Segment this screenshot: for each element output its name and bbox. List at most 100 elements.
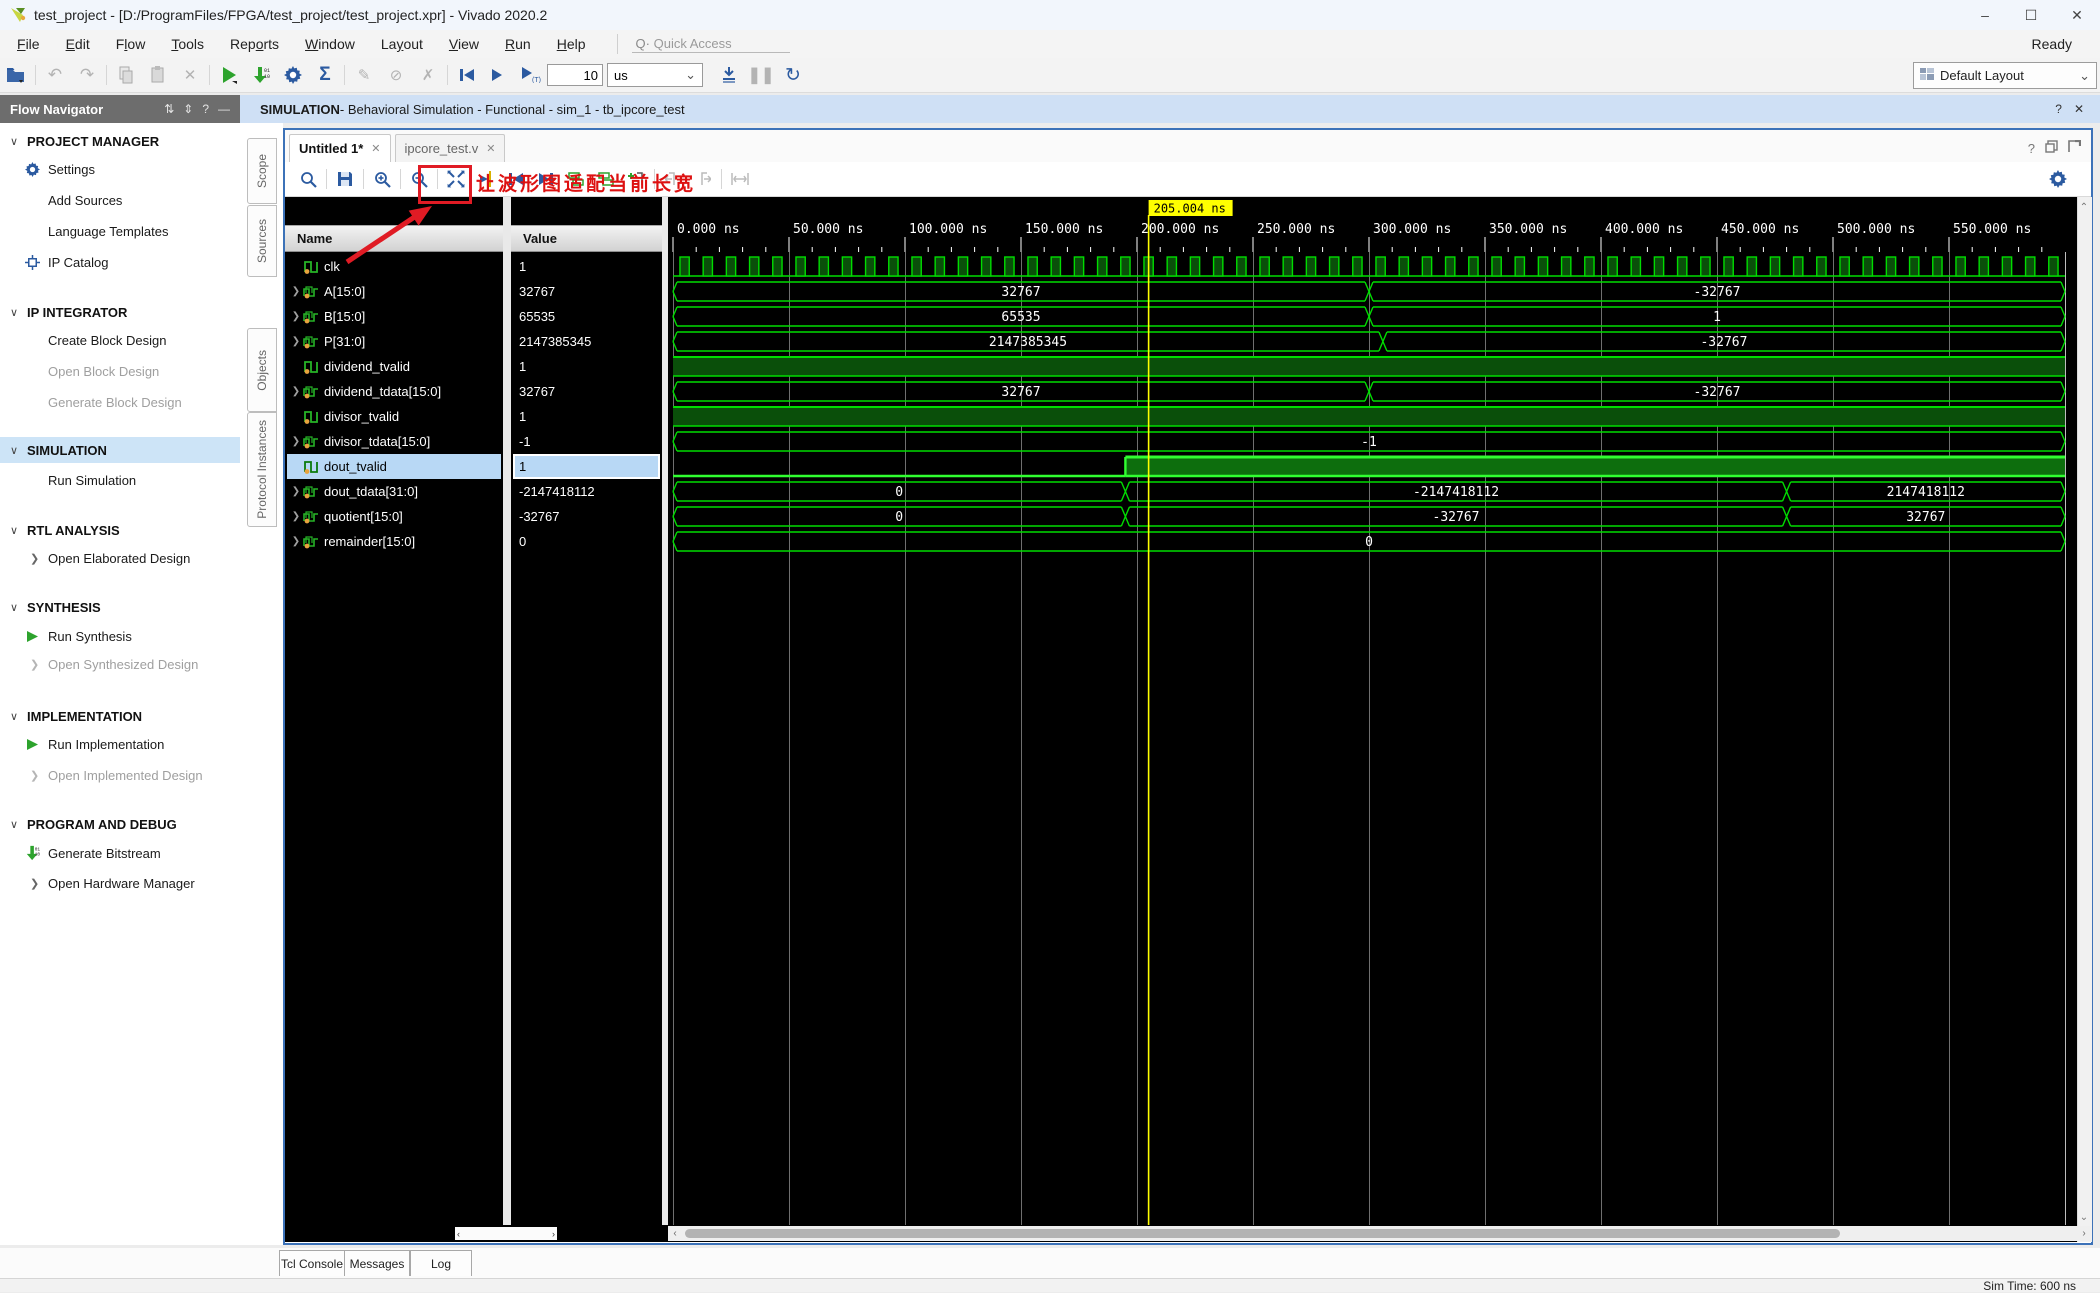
side-tab-sources[interactable]: Sources (247, 205, 277, 277)
scroll-right-icon[interactable]: › (552, 1229, 555, 1239)
wave-settings-gear-icon[interactable] (2049, 170, 2067, 193)
sidebar-item-open-implemented-design[interactable]: ❯ Open Implemented Design (0, 762, 240, 788)
collapse-all-icon[interactable]: ⇅ (164, 102, 174, 116)
close-icon[interactable]: ✕ (371, 142, 380, 155)
sidebar-item-generate-bitstream[interactable]: 01 10 Generate Bitstream (0, 840, 240, 866)
flownav-section-program-and-debug[interactable]: ∨ PROGRAM AND DEBUG (0, 811, 240, 837)
chevron-down-icon[interactable]: ∨ (10, 135, 18, 148)
chevron-right-icon[interactable]: ❯ (30, 877, 39, 890)
menu-layout[interactable]: Layout (368, 33, 436, 55)
expand-icon[interactable]: ⇕ (183, 102, 193, 116)
save-waveform-icon[interactable] (330, 165, 360, 193)
undo-icon[interactable]: ↶ (39, 61, 71, 89)
signal-value[interactable]: -2147418112 (513, 479, 660, 504)
open-file-icon[interactable] (0, 61, 32, 89)
sim-time-input[interactable] (547, 64, 603, 86)
name-value-splitter[interactable] (503, 197, 511, 1242)
zoom-in-icon[interactable] (367, 165, 397, 193)
signal-row-B_15_0_[interactable]: ❯ B[15:0] (287, 304, 501, 329)
chevron-down-icon[interactable]: ∨ (10, 444, 18, 457)
float-window-icon[interactable] (2045, 140, 2058, 156)
scroll-down-icon[interactable]: ⌄ (2077, 1210, 2091, 1224)
signal-row-divisor_tdata_15_0_[interactable]: ❯ divisor_tdata[15:0] (287, 429, 501, 454)
sidebar-item-open-elaborated-design[interactable]: ❯ Open Elaborated Design (0, 545, 240, 571)
chevron-down-icon[interactable]: ∨ (10, 306, 18, 319)
sidebar-item-open-hardware-manager[interactable]: ❯ Open Hardware Manager (0, 870, 240, 896)
menu-view[interactable]: View (436, 33, 492, 55)
signal-value[interactable]: 32767 (513, 279, 660, 304)
side-tab-objects[interactable]: Objects (247, 328, 277, 412)
flownav-section-simulation[interactable]: ∨ SIMULATION (0, 437, 240, 463)
step-until-icon[interactable] (713, 61, 745, 89)
sidebar-item-create-block-design[interactable]: Create Block Design (0, 327, 240, 353)
copy-icon[interactable] (110, 61, 142, 89)
expand-chevron-icon[interactable]: ❯ (289, 536, 303, 547)
chevron-right-icon[interactable]: ❯ (30, 552, 39, 565)
wave-vertical-scrollbar[interactable] (2077, 197, 2092, 1242)
signal-value[interactable]: 65535 (513, 304, 660, 329)
signal-row-dividend_tdata_15_0_[interactable]: ❯ dividend_tdata[15:0] (287, 379, 501, 404)
scroll-right-icon[interactable]: › (2077, 1228, 2091, 1239)
signal-value[interactable]: 32767 (513, 379, 660, 404)
paste-icon[interactable] (142, 61, 174, 89)
scroll-left-icon[interactable]: ‹ (668, 1228, 682, 1239)
sidebar-item-open-synthesized-design[interactable]: ❯ Open Synthesized Design (0, 651, 240, 677)
flownav-section-implementation[interactable]: ∨ IMPLEMENTATION (0, 703, 240, 729)
signal-value[interactable]: 1 (513, 454, 660, 479)
bottom-tab-messages[interactable]: Messages (344, 1250, 410, 1276)
flownav-section-ip-integrator[interactable]: ∨ IP INTEGRATOR (0, 299, 240, 325)
menu-file[interactable]: File (4, 33, 53, 55)
close-icon[interactable]: ✕ (486, 142, 495, 155)
side-tab-scope[interactable]: Scope (247, 138, 277, 204)
bottom-tab-tcl-console[interactable]: Tcl Console (279, 1250, 345, 1276)
value-column-scrollbar[interactable]: ‹ › (455, 1227, 557, 1240)
close-sim-icon[interactable]: ✕ (2074, 102, 2084, 116)
sidebar-item-generate-block-design[interactable]: Generate Block Design (0, 389, 240, 415)
report-sigma-icon[interactable]: Σ (309, 61, 341, 89)
restart-sim-icon[interactable] (451, 61, 483, 89)
expand-chevron-icon[interactable]: ❯ (289, 311, 303, 322)
chevron-right-icon[interactable]: ❯ (30, 658, 39, 671)
quick-access[interactable]: Q· Quick Access (616, 34, 790, 54)
chevron-down-icon[interactable]: ∨ (10, 710, 18, 723)
menu-window[interactable]: Window (292, 33, 368, 55)
layout-selector[interactable]: Default Layout ⌄ (1913, 62, 2097, 89)
menu-run[interactable]: Run (492, 33, 544, 55)
menu-flow[interactable]: Flow (103, 33, 159, 55)
value-column-header[interactable]: Value (511, 225, 662, 252)
scroll-up-icon[interactable]: ⌃ (2077, 200, 2091, 214)
expand-chevron-icon[interactable]: ❯ (289, 511, 303, 522)
flownav-section-synthesis[interactable]: ∨ SYNTHESIS (0, 594, 240, 620)
sidebar-item-language-templates[interactable]: Language Templates (0, 218, 240, 244)
sidebar-item-run-simulation[interactable]: Run Simulation (0, 467, 240, 493)
help-icon[interactable]: ? (2055, 102, 2062, 116)
sidebar-item-open-block-design[interactable]: Open Block Design (0, 358, 240, 384)
sidebar-item-settings[interactable]: Settings (0, 156, 240, 182)
signal-value[interactable]: 1 (513, 354, 660, 379)
run-for-time-icon[interactable]: (T) (515, 61, 547, 89)
chevron-down-icon[interactable]: ∨ (10, 818, 18, 831)
sidebar-item-run-implementation[interactable]: Run Implementation (0, 731, 240, 757)
settings-gear-icon[interactable] (277, 61, 309, 89)
expand-chevron-icon[interactable]: ❯ (289, 486, 303, 497)
run-all-icon[interactable] (483, 61, 515, 89)
bottom-tab-log[interactable]: Log (410, 1250, 472, 1276)
scroll-left-icon[interactable]: ‹ (457, 1229, 460, 1239)
minimize-panel-icon[interactable]: — (218, 102, 230, 116)
menu-edit[interactable]: Edit (53, 33, 103, 55)
time-unit-select[interactable]: us ⌄ (607, 63, 703, 87)
menu-reports[interactable]: Reports (217, 33, 292, 55)
help-icon[interactable]: ? (202, 102, 209, 116)
maximize-button[interactable]: ☐ (2008, 0, 2054, 30)
chevron-down-icon[interactable]: ∨ (10, 524, 18, 537)
minimize-button[interactable]: – (1962, 0, 2008, 30)
flownav-section-rtl-analysis[interactable]: ∨ RTL ANALYSIS (0, 517, 240, 543)
redo-icon[interactable]: ↷ (71, 61, 103, 89)
expand-chevron-icon[interactable]: ❯ (289, 436, 303, 447)
signal-row-dout_tvalid[interactable]: dout_tvalid (287, 454, 501, 479)
search-icon[interactable] (293, 165, 323, 193)
signal-value[interactable]: 0 (513, 529, 660, 554)
close-button[interactable]: ✕ (2054, 0, 2100, 30)
help-icon[interactable]: ? (2028, 141, 2035, 156)
signal-row-quotient_15_0_[interactable]: ❯ quotient[15:0] (287, 504, 501, 529)
